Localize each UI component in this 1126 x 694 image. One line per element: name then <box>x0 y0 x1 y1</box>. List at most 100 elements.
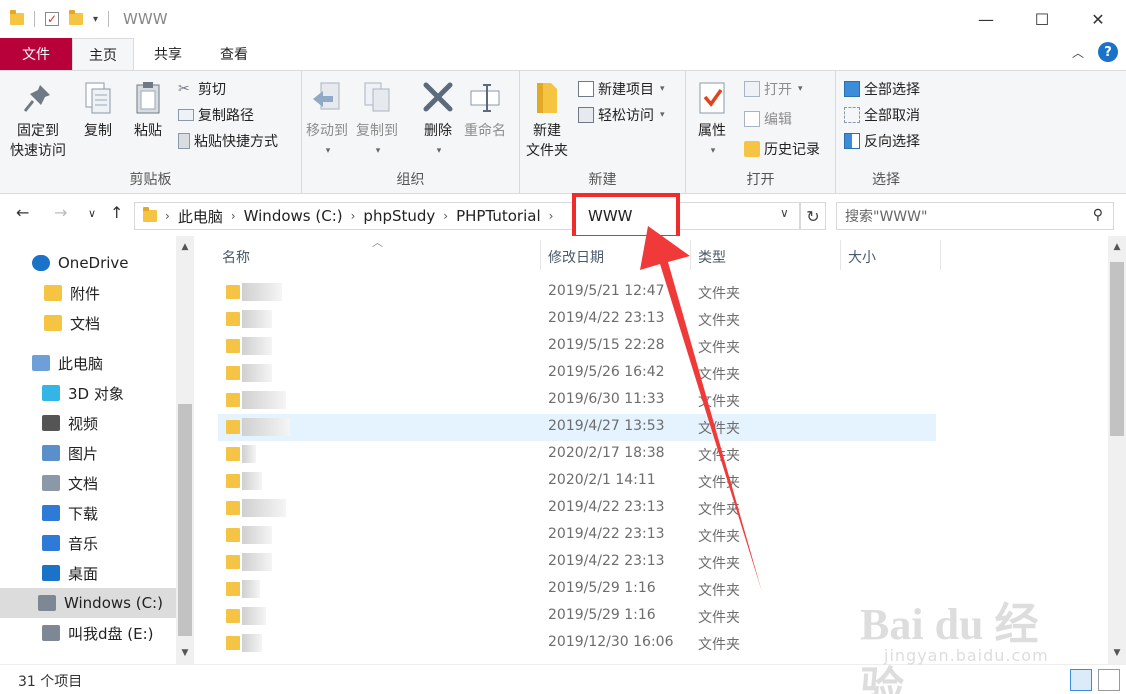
new-item-button[interactable]: 新建项目 ▾ <box>578 77 665 101</box>
table-row[interactable]: 2019/5/21 12:47 文件夹 <box>218 279 936 306</box>
new-folder-button[interactable]: 新建 文件夹 <box>526 79 568 161</box>
table-row[interactable]: 2019/12/30 16:06 文件夹 <box>218 630 936 657</box>
table-row[interactable]: 2019/4/22 23:13 文件夹 <box>218 522 936 549</box>
move-to-button[interactable]: 移动到 ▾ <box>306 79 348 161</box>
table-row[interactable]: 2019/6/30 11:33 文件夹 <box>218 387 936 414</box>
column-divider[interactable] <box>540 240 541 270</box>
search-input[interactable]: 搜索"WWW" ⚲ <box>836 202 1114 230</box>
column-header-date[interactable]: 修改日期 <box>548 244 604 270</box>
copy-to-button[interactable]: 复制到 ▾ <box>356 79 398 161</box>
table-row[interactable]: 2019/4/22 23:13 文件夹 <box>218 495 936 522</box>
row-type: 文件夹 <box>698 367 740 383</box>
nav-item[interactable]: 音乐 <box>0 528 176 558</box>
customize-toolbar-icon[interactable]: ▾ <box>93 14 98 25</box>
table-row[interactable]: 2019/5/26 16:42 文件夹 <box>218 360 936 387</box>
download-icon <box>42 505 60 521</box>
tab-view[interactable]: 查看 <box>204 38 264 70</box>
table-row[interactable]: 2019/4/22 23:13 文件夹 <box>218 306 936 333</box>
easy-access-button[interactable]: 轻松访问 ▾ <box>578 103 665 127</box>
copy-button[interactable]: 复制 <box>80 79 116 141</box>
column-divider[interactable] <box>690 240 691 270</box>
collapse-ribbon-icon[interactable]: ︿ <box>1072 44 1084 61</box>
chevron-right-icon[interactable]: › <box>549 209 554 223</box>
minimize-button[interactable]: — <box>958 0 1014 38</box>
help-icon[interactable]: ? <box>1098 42 1118 62</box>
up-arrow-icon[interactable]: ↑ <box>110 203 123 222</box>
tab-file[interactable]: 文件 <box>0 38 72 70</box>
table-row[interactable]: 2019/5/29 1:16 文件夹 <box>218 603 936 630</box>
nav-item[interactable]: 桌面 <box>0 558 176 588</box>
nav-item[interactable]: Windows (C:) <box>0 588 176 618</box>
row-date: 2019/4/22 23:13 <box>548 310 665 326</box>
nav-item[interactable]: 图片 <box>0 438 176 468</box>
back-arrow-icon[interactable]: ← <box>16 203 29 222</box>
table-row[interactable]: 2019/5/29 1:16 文件夹 <box>218 576 936 603</box>
scrollbar-thumb[interactable] <box>1110 262 1124 436</box>
close-button[interactable]: ✕ <box>1070 0 1126 38</box>
edit-button[interactable]: 编辑 <box>744 107 792 131</box>
invert-selection-button[interactable]: 反向选择 <box>844 129 920 153</box>
breadcrumb-current-highlighted[interactable]: WWW <box>572 193 680 239</box>
nav-item[interactable]: 3D 对象 <box>0 378 176 408</box>
large-icons-view-button[interactable] <box>1098 669 1120 691</box>
chevron-right-icon[interactable]: › <box>231 209 236 223</box>
copy-path-button[interactable]: 复制路径 <box>178 103 254 127</box>
nav-pane-scrollbar[interactable]: ▲ ▼ <box>176 236 194 664</box>
column-header-name[interactable]: 名称 <box>222 244 250 270</box>
breadcrumb-phpstudy[interactable]: phpStudy <box>363 207 435 225</box>
properties-button[interactable]: 属性 ▾ <box>694 79 730 161</box>
nav-item[interactable]: 视频 <box>0 408 176 438</box>
column-divider[interactable] <box>840 240 841 270</box>
new-folder-quick-icon[interactable] <box>69 10 83 25</box>
scroll-up-icon[interactable]: ▲ <box>176 238 194 256</box>
nav-item[interactable]: 文档 <box>0 468 176 498</box>
breadcrumb-windows-c[interactable]: Windows (C:) <box>244 207 343 225</box>
select-all-button[interactable]: 全部选择 <box>844 77 920 101</box>
edit-label: 编辑 <box>764 112 792 128</box>
pin-quick-access-button[interactable]: 固定到 快速访问 <box>10 79 66 161</box>
nav-item-label: 附件 <box>70 284 101 303</box>
maximize-button[interactable]: ☐ <box>1014 0 1070 38</box>
nav-item[interactable]: OneDrive <box>0 248 176 278</box>
chevron-right-icon[interactable]: › <box>443 209 448 223</box>
chevron-right-icon[interactable]: › <box>351 209 356 223</box>
cut-button[interactable]: ✂ 剪切 <box>178 77 226 101</box>
breadcrumb-phptutorial[interactable]: PHPTutorial <box>456 207 541 225</box>
address-dropdown-chevron-icon[interactable]: ∨ <box>780 206 789 220</box>
column-divider[interactable] <box>940 240 941 270</box>
nav-item[interactable]: 此电脑 <box>0 348 176 378</box>
scroll-down-icon[interactable]: ▼ <box>176 644 194 662</box>
select-none-button[interactable]: 全部取消 <box>844 103 920 127</box>
table-row[interactable]: 2020/2/17 18:38 文件夹 <box>218 441 936 468</box>
chevron-right-icon[interactable]: › <box>165 209 170 223</box>
table-row[interactable]: 2019/4/22 23:13 文件夹 <box>218 549 936 576</box>
scroll-up-icon[interactable]: ▲ <box>1108 238 1126 256</box>
scrollbar-thumb[interactable] <box>178 404 192 636</box>
table-row[interactable]: 2020/2/1 14:11 文件夹 <box>218 468 936 495</box>
tab-home[interactable]: 主页 <box>72 38 134 70</box>
table-row[interactable]: 2019/5/15 22:28 文件夹 <box>218 333 936 360</box>
table-row[interactable]: 2019/4/27 13:53 文件夹 <box>218 414 936 441</box>
file-list-scrollbar[interactable]: ▲ ▼ <box>1108 236 1126 664</box>
open-button[interactable]: 打开 ▾ <box>744 77 803 101</box>
breadcrumb-this-pc[interactable]: 此电脑 <box>178 206 223 227</box>
refresh-button[interactable]: ↻ <box>800 202 826 230</box>
column-header-size[interactable]: 大小 <box>848 244 876 270</box>
rename-button[interactable]: 重命名 <box>464 79 506 141</box>
recent-locations-chevron-icon[interactable]: ∨ <box>88 207 96 220</box>
properties-quick-icon[interactable]: ✓ <box>45 12 59 26</box>
forward-arrow-icon[interactable]: → <box>54 203 67 222</box>
nav-item[interactable]: 文档 <box>0 308 176 338</box>
tab-share[interactable]: 共享 <box>140 38 196 70</box>
paste-button[interactable]: 粘贴 <box>130 79 166 141</box>
paste-shortcut-button[interactable]: 粘贴快捷方式 <box>178 129 278 153</box>
column-header-type[interactable]: 类型 <box>698 244 726 270</box>
history-button[interactable]: 历史记录 <box>744 137 820 161</box>
new-item-label: 新建项目 <box>598 82 654 98</box>
nav-item[interactable]: 叫我d盘 (E:) <box>0 618 176 648</box>
nav-item[interactable]: 附件 <box>0 278 176 308</box>
delete-button[interactable]: 删除 ▾ <box>420 79 456 161</box>
scroll-down-icon[interactable]: ▼ <box>1108 644 1126 662</box>
nav-item[interactable]: 下载 <box>0 498 176 528</box>
address-bar[interactable]: › 此电脑 › Windows (C:) › phpStudy › PHPTut… <box>134 202 800 230</box>
